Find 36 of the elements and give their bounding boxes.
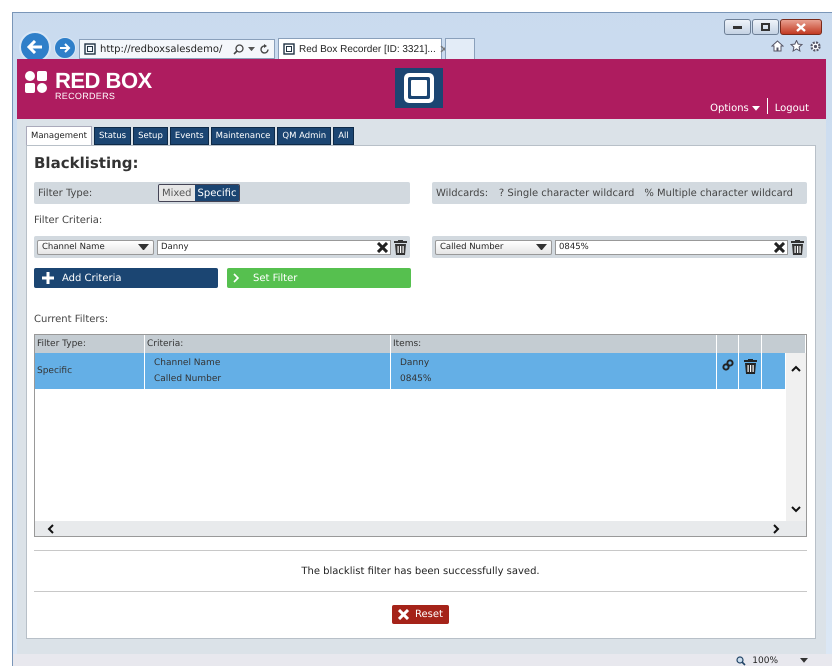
- tab[interactable]: Events: [170, 127, 209, 145]
- table-cell-text: Called Number: [154, 374, 222, 384]
- page-title: Blacklisting:: [34, 154, 140, 174]
- criteria-dropdown[interactable]: Called Number: [435, 240, 552, 254]
- criteria-input[interactable]: Danny: [157, 240, 391, 254]
- criteria-input[interactable]: 0845%: [555, 240, 788, 254]
- logo-title: RED BOX: [55, 71, 152, 91]
- wildcards-label: Wildcards:: [436, 188, 490, 198]
- status-message: The blacklist filter has been successfully saved.: [301, 566, 540, 576]
- logo-subtitle: RECORDERS: [55, 91, 116, 101]
- table-cell-text: 0845%: [400, 374, 432, 384]
- tab[interactable]: Management: [26, 126, 92, 145]
- zoom-level[interactable]: 100%: [752, 656, 778, 666]
- tab[interactable]: QM Admin: [277, 127, 332, 145]
- tab[interactable]: Maintenance: [210, 127, 276, 145]
- reset-button[interactable]: Reset: [392, 605, 449, 624]
- wildcard-hint: % Multiple character wildcard: [644, 188, 794, 198]
- filter-criteria-label: Filter Criteria:: [34, 214, 104, 228]
- tab[interactable]: Setup: [133, 127, 168, 145]
- current-filters-label: Current Filters:: [34, 314, 110, 325]
- address-bar[interactable]: http://redboxsalesdemo/: [79, 39, 275, 59]
- add-criteria-button[interactable]: Add Criteria: [34, 268, 218, 288]
- table-cell-text: Danny: [400, 358, 430, 368]
- filter-type-option[interactable]: Mixed: [159, 185, 195, 201]
- filter-type-label: Filter Type:: [38, 188, 94, 198]
- table-cell: Specific: [37, 366, 72, 376]
- wildcard-hint: ? Single character wildcard: [498, 188, 636, 198]
- table-cell-text: Channel Name: [154, 358, 222, 368]
- filter-type-option[interactable]: Specific: [194, 185, 240, 201]
- options-menu[interactable]: Options: [703, 103, 767, 114]
- tab[interactable]: All: [333, 127, 354, 145]
- tab[interactable]: Status: [94, 127, 132, 145]
- filter-row[interactable]: Specific Channel Name Called Number Danny 0845%: [35, 353, 786, 389]
- browser-tab[interactable]: Red Box Recorder [ID: 3321]...: [278, 38, 442, 59]
- logout-link[interactable]: Logout: [768, 103, 816, 114]
- criteria-dropdown[interactable]: Channel Name: [37, 240, 154, 254]
